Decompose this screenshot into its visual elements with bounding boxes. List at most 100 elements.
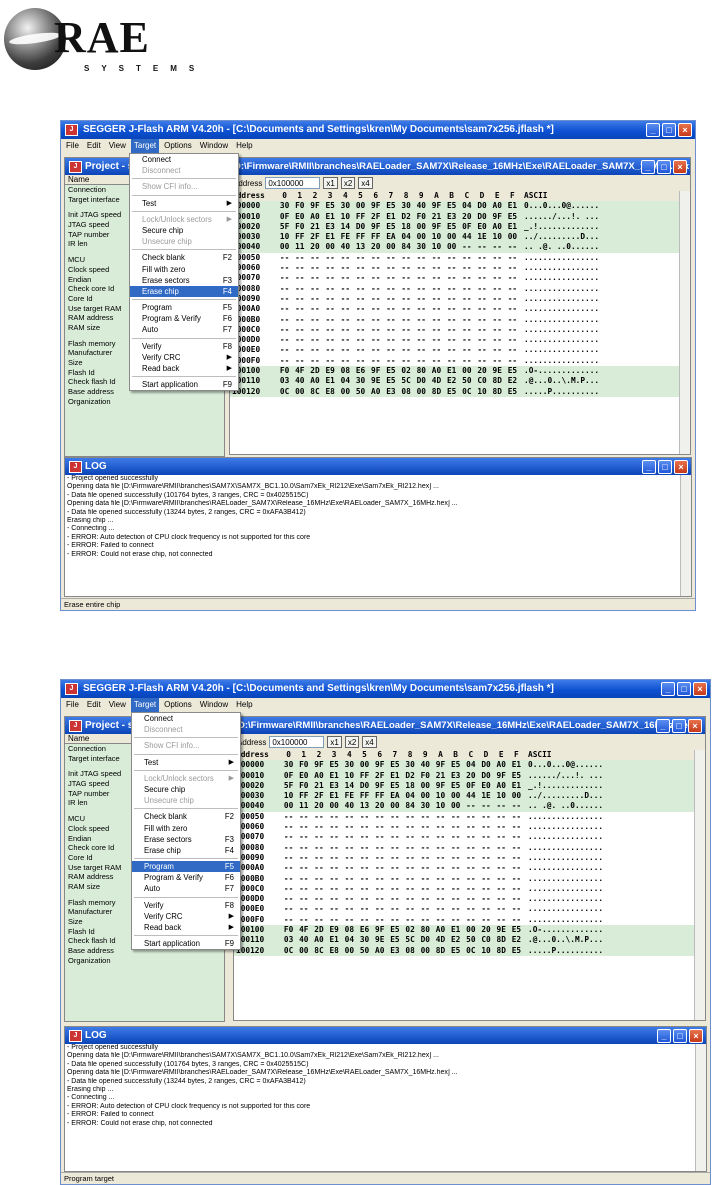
- hex-byte[interactable]: --: [357, 894, 372, 904]
- close-button[interactable]: ×: [693, 682, 707, 696]
- hex-byte[interactable]: --: [353, 325, 368, 335]
- hex-byte[interactable]: E5: [323, 201, 338, 211]
- hex-byte[interactable]: E5: [387, 935, 402, 945]
- hex-row[interactable]: 100110 03 40 A0 E1 04 30 9E E5 5C D0 4D E2 50 C0 8D E2 .@…: [230, 376, 690, 387]
- maximize-button[interactable]: □: [658, 460, 672, 474]
- hex-byte[interactable]: --: [459, 304, 474, 314]
- hex-byte[interactable]: --: [490, 335, 505, 345]
- hex-byte[interactable]: --: [383, 325, 398, 335]
- hex-byte[interactable]: --: [494, 812, 509, 822]
- hex-byte[interactable]: --: [463, 822, 478, 832]
- hex-byte[interactable]: --: [368, 304, 383, 314]
- hex-byte[interactable]: --: [429, 263, 444, 273]
- hex-byte[interactable]: --: [474, 253, 489, 263]
- hex-byte[interactable]: --: [474, 304, 489, 314]
- hex-byte[interactable]: 0C: [459, 387, 474, 397]
- hex-row[interactable]: 1000C0 -- -- -- -- -- -- -- -- -- -- -- -- -- -- -- --..…: [230, 325, 690, 335]
- hex-byte[interactable]: 00: [418, 781, 433, 791]
- hex-byte[interactable]: --: [292, 253, 307, 263]
- hex-byte[interactable]: --: [505, 356, 520, 366]
- hex-byte[interactable]: 00: [342, 946, 357, 956]
- hex-byte[interactable]: --: [474, 345, 489, 355]
- hex-byte[interactable]: --: [399, 284, 414, 294]
- menu-item-disconnect[interactable]: Disconnect: [132, 724, 240, 735]
- hex-byte[interactable]: --: [296, 832, 311, 842]
- hex-byte[interactable]: --: [296, 853, 311, 863]
- hex-byte[interactable]: 04: [459, 201, 474, 211]
- hex-byte[interactable]: --: [277, 325, 292, 335]
- hex-byte[interactable]: --: [448, 894, 463, 904]
- hex-byte[interactable]: --: [399, 325, 414, 335]
- hex-byte[interactable]: --: [372, 853, 387, 863]
- hex-byte[interactable]: --: [353, 304, 368, 314]
- hex-byte[interactable]: 10: [433, 791, 448, 801]
- hex-byte[interactable]: --: [429, 284, 444, 294]
- hex-byte[interactable]: E2: [509, 935, 524, 945]
- hex-byte[interactable]: EA: [383, 232, 398, 242]
- hex-byte[interactable]: E5: [509, 771, 524, 781]
- hex-byte[interactable]: 2D: [311, 925, 326, 935]
- hex-byte[interactable]: --: [463, 894, 478, 904]
- hex-byte[interactable]: --: [448, 822, 463, 832]
- hex-byte[interactable]: 00: [418, 791, 433, 801]
- hex-byte[interactable]: --: [338, 294, 353, 304]
- hex-byte[interactable]: 04: [403, 791, 418, 801]
- hex-byte[interactable]: --: [342, 894, 357, 904]
- hex-byte[interactable]: --: [372, 915, 387, 925]
- close-button[interactable]: ×: [674, 460, 688, 474]
- hex-byte[interactable]: 18: [399, 222, 414, 232]
- menu-edit[interactable]: Edit: [84, 698, 104, 712]
- hex-byte[interactable]: --: [342, 843, 357, 853]
- hex-byte[interactable]: 20: [368, 242, 383, 252]
- hex-byte[interactable]: --: [342, 822, 357, 832]
- hex-byte[interactable]: --: [357, 812, 372, 822]
- hex-byte[interactable]: --: [478, 822, 493, 832]
- hex-byte[interactable]: --: [418, 915, 433, 925]
- hex-byte[interactable]: A0: [494, 760, 509, 770]
- hex-byte[interactable]: --: [311, 843, 326, 853]
- hex-byte[interactable]: --: [474, 273, 489, 283]
- hex-byte[interactable]: --: [490, 325, 505, 335]
- hex-byte[interactable]: --: [383, 356, 398, 366]
- hex-byte[interactable]: --: [353, 345, 368, 355]
- hex-byte[interactable]: --: [418, 843, 433, 853]
- hex-byte[interactable]: --: [509, 812, 524, 822]
- hex-byte[interactable]: --: [505, 273, 520, 283]
- hex-byte[interactable]: --: [478, 832, 493, 842]
- hex-byte[interactable]: 0C: [281, 946, 296, 956]
- hex-byte[interactable]: --: [323, 335, 338, 345]
- hex-byte[interactable]: E5: [505, 366, 520, 376]
- hex-byte[interactable]: --: [281, 843, 296, 853]
- hex-byte[interactable]: 8D: [433, 946, 448, 956]
- hex-byte[interactable]: --: [459, 356, 474, 366]
- hex-byte[interactable]: --: [311, 884, 326, 894]
- hex-byte[interactable]: --: [403, 874, 418, 884]
- hex-byte[interactable]: --: [338, 315, 353, 325]
- hex-row[interactable]: 100110 03 40 A0 E1 04 30 9E E5 5C D0 4D E2 50 C0 8D E2 .@…: [234, 935, 705, 946]
- hex-byte[interactable]: --: [277, 335, 292, 345]
- hex-byte[interactable]: 50: [463, 935, 478, 945]
- hex-byte[interactable]: --: [327, 863, 342, 873]
- hex-byte[interactable]: 10: [478, 946, 493, 956]
- hex-byte[interactable]: --: [307, 315, 322, 325]
- hex-byte[interactable]: 40: [296, 935, 311, 945]
- hex-byte[interactable]: E3: [323, 222, 338, 232]
- hex-byte[interactable]: --: [342, 884, 357, 894]
- maximize-button[interactable]: □: [657, 160, 671, 174]
- hex-byte[interactable]: --: [296, 843, 311, 853]
- hex-byte[interactable]: --: [478, 853, 493, 863]
- hex-byte[interactable]: --: [292, 294, 307, 304]
- menu-item-start-application[interactable]: Start application F9: [130, 379, 238, 390]
- hex-byte[interactable]: --: [463, 853, 478, 863]
- hex-byte[interactable]: E5: [448, 781, 463, 791]
- hex-byte[interactable]: --: [383, 284, 398, 294]
- hex-byte[interactable]: --: [418, 884, 433, 894]
- hex-byte[interactable]: A0: [372, 946, 387, 956]
- hex-byte[interactable]: A0: [490, 201, 505, 211]
- hex-byte[interactable]: C0: [478, 935, 493, 945]
- hex-byte[interactable]: A0: [490, 222, 505, 232]
- hex-byte[interactable]: --: [323, 356, 338, 366]
- hex-byte[interactable]: --: [307, 304, 322, 314]
- hex-byte[interactable]: 9F: [368, 222, 383, 232]
- hex-byte[interactable]: --: [490, 356, 505, 366]
